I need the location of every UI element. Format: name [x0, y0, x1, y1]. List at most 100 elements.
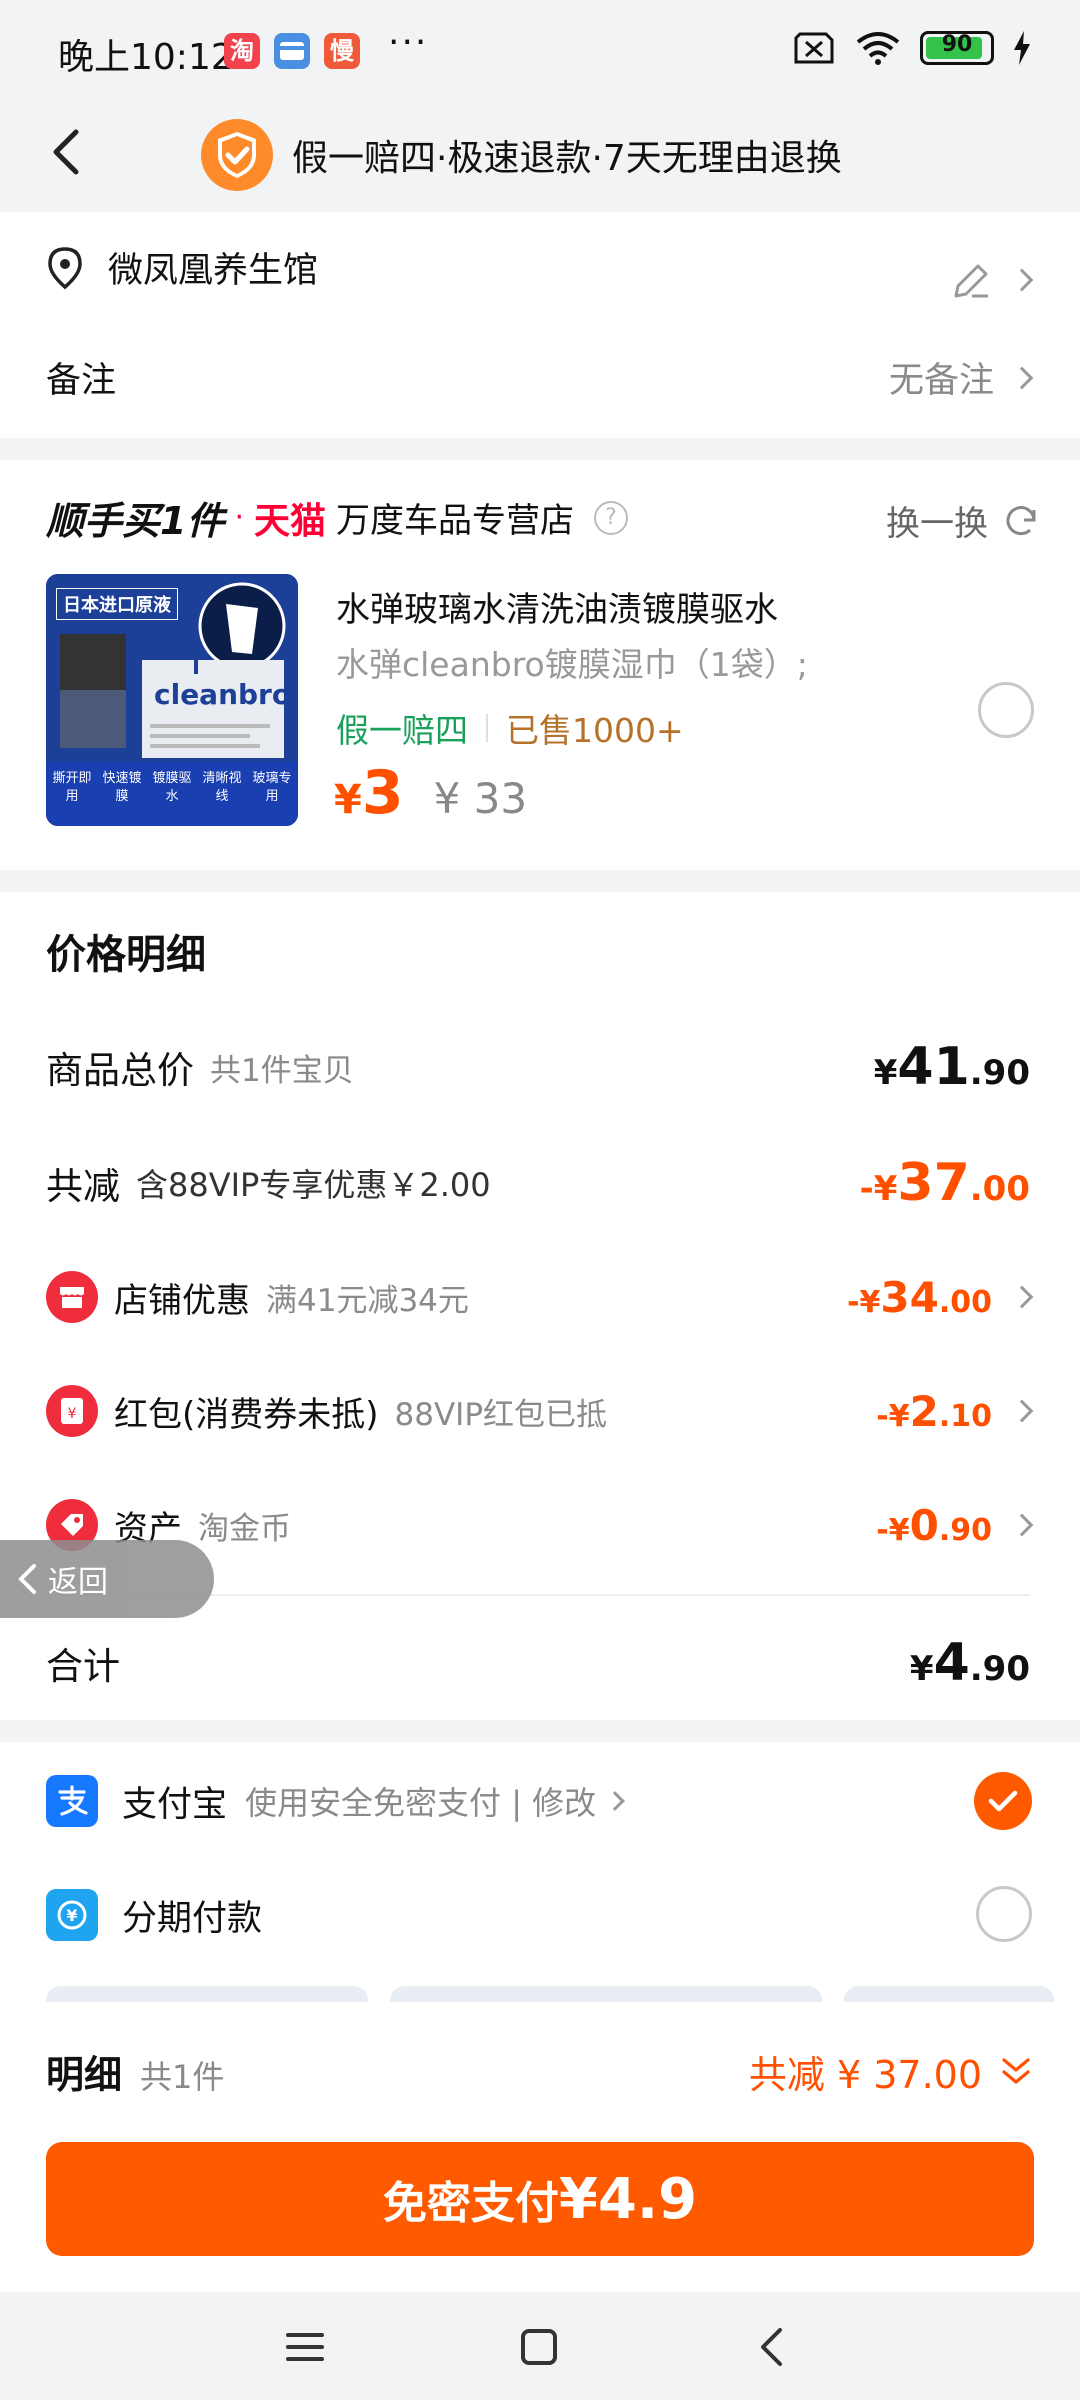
edit-address-button[interactable]: [952, 260, 1034, 300]
amount-decimal: .90: [969, 1053, 1030, 1093]
price-value: 3: [361, 758, 404, 828]
total-reduce-amount: -¥ 37.00: [860, 1153, 1030, 1213]
reduce-summary-toggle[interactable]: 共减 ¥ 37.00: [749, 2044, 1034, 2099]
price-symbol: ¥: [334, 777, 362, 823]
status-time: 晚上10:12: [58, 37, 234, 78]
brand-dot: ·: [234, 500, 244, 535]
feature-text: 撕开即用: [52, 771, 92, 804]
tag-divider: [486, 714, 488, 742]
original-price: ¥ 33: [433, 774, 528, 823]
floating-back-label: 返回: [48, 1565, 108, 1600]
page-header: 假一赔四·极速退款·7天无理由退换: [0, 100, 1080, 212]
pay-button-label: 免密支付: [382, 2178, 559, 2229]
sold-count-tag: 已售1000+: [506, 711, 684, 750]
battery-level: 90: [941, 32, 973, 57]
assets-amount: -¥ 0.90: [876, 1501, 992, 1550]
current-price: ¥3: [334, 758, 404, 828]
amount-decimal: .10: [938, 1398, 992, 1434]
shunshou-brand-logo: 顺手买1件: [46, 499, 225, 543]
currency-symbol: ¥: [873, 1053, 898, 1093]
floating-back-button[interactable]: 返回: [0, 1540, 214, 1618]
feature-text: 镀膜驱水: [152, 771, 192, 804]
guarantee-text: 假一赔四·极速退款·7天无理由退换: [292, 138, 842, 179]
guarantee-banner: 假一赔四·极速退款·7天无理由退换: [200, 118, 842, 192]
shop-discount-row[interactable]: 店铺优惠 满41元减34元 -¥ 34.00: [46, 1262, 1034, 1332]
pay-button[interactable]: 免密支付 ¥4.9: [46, 2142, 1034, 2256]
alipay-label: 支付宝: [122, 1784, 228, 1825]
shield-check-icon: [201, 119, 273, 191]
currency-symbol: -¥: [859, 1169, 898, 1209]
chevron-left-icon: [18, 1564, 36, 1594]
amount-integer: 4: [933, 1633, 970, 1693]
total-price-row: 商品总价 共1件宝贝 ¥41.90: [46, 1032, 1030, 1102]
feature-text: 玻璃专用: [252, 771, 292, 804]
tmall-logo: 天猫: [254, 500, 327, 542]
alipay-option[interactable]: 支付宝 使用安全免密支付 | 修改: [46, 1766, 1030, 1836]
total-reduce-row: 共减 含88VIP专享优惠￥2.00 -¥ 37.00: [46, 1148, 1030, 1218]
shop-line: 顺手买1件 · 天猫 万度车品专营店 ?: [46, 490, 629, 545]
installment-icon: ¥: [46, 1889, 98, 1941]
alipay-checked-radio[interactable]: [974, 1772, 1032, 1830]
chevron-right-icon: [1010, 366, 1034, 389]
alipay-note[interactable]: 使用安全免密支付 | 修改: [245, 1778, 596, 1824]
amount-decimal: .00: [969, 1169, 1030, 1209]
more-notifications-icon: ···: [388, 22, 429, 63]
product-select-radio[interactable]: [978, 682, 1034, 738]
price-detail-title: 价格明细: [46, 932, 206, 978]
vip-discount-note: 含88VIP专享优惠￥2.00: [136, 1166, 491, 1204]
chevron-right-icon: [605, 1791, 626, 1811]
amount-integer: 2: [909, 1386, 939, 1436]
sum-label: 合计: [46, 1645, 120, 1688]
total-price-label: 商品总价: [46, 1049, 194, 1092]
detail-summary: 明细 共1件: [46, 2044, 224, 2099]
location-pin-icon: [48, 246, 82, 289]
product-image-brand: cleanbro: [154, 678, 292, 711]
shop-name[interactable]: 万度车品专营店: [336, 493, 574, 542]
product-image-features: 撕开即用 快速镀膜 镀膜驱水 清晰视线 玻璃专用: [50, 770, 294, 806]
red-packet-row[interactable]: ¥ 红包(消费券未抵) 88VIP红包已抵 -¥ 2.10: [46, 1376, 1034, 1446]
guarantee-tag: 假一赔四: [336, 711, 468, 750]
shop-icon: [46, 1271, 98, 1323]
assets-note: 淘金币: [198, 1510, 291, 1547]
currency-symbol: -¥: [876, 1512, 910, 1548]
product-sku[interactable]: 水弹cleanbro镀膜湿巾（1袋）;: [336, 638, 808, 686]
shop-discount-rule: 满41元减34元: [266, 1282, 469, 1319]
amount-integer: 34: [880, 1272, 939, 1322]
product-title[interactable]: 水弹玻璃水清洗油渍镀膜驱水: [336, 582, 778, 631]
total-price-amount: ¥41.90: [874, 1037, 1030, 1097]
edit-pencil-icon: [954, 264, 988, 298]
address-row[interactable]: 微凤凰养生馆: [46, 242, 318, 293]
chevron-right-icon: [1010, 1285, 1034, 1309]
red-packet-amount: -¥ 2.10: [876, 1387, 992, 1436]
alipay-icon: [46, 1775, 98, 1827]
menu-icon[interactable]: [280, 2322, 330, 2372]
svg-text:¥: ¥: [66, 1906, 77, 1925]
red-packet-note: 88VIP红包已抵: [394, 1396, 608, 1433]
product-price: ¥3 ¥ 33: [334, 758, 527, 828]
charging-icon: [1014, 31, 1030, 65]
amount-integer: 0: [909, 1500, 939, 1550]
total-reduce-label: 共减: [46, 1165, 120, 1208]
back-arrow-icon[interactable]: [38, 122, 98, 182]
sim-off-icon: [794, 32, 834, 64]
currency-symbol: -¥: [847, 1284, 881, 1320]
home-icon[interactable]: [514, 2322, 564, 2372]
installment-option[interactable]: ¥ 分期付款: [46, 1880, 1030, 1950]
help-icon[interactable]: ?: [594, 500, 629, 535]
red-packet-label: 红包(消费券未抵): [114, 1394, 379, 1435]
installment-radio[interactable]: [976, 1886, 1032, 1942]
checkout-bar: 明细 共1件 共减 ¥ 37.00 免密支付 ¥4.9: [0, 2002, 1080, 2292]
man-icon: 慢: [324, 33, 360, 69]
chevron-right-icon: [1010, 268, 1034, 292]
swap-label: 换一换: [886, 504, 988, 544]
note-selector[interactable]: 无备注: [889, 352, 1034, 403]
product-image[interactable]: 日本进口原液 cleanbro 撕开即用 快速镀膜 镀膜驱水 清晰视线 玻璃专用: [46, 574, 298, 826]
chevron-right-icon: [1010, 1513, 1034, 1537]
pay-button-amount: ¥4.9: [558, 2166, 698, 2232]
reduce-summary-text: 共减 ¥ 37.00: [748, 2053, 982, 2097]
battery-icon: 90: [920, 31, 994, 65]
swap-button[interactable]: 换一换: [886, 496, 1040, 545]
system-back-icon[interactable]: [748, 2322, 798, 2372]
svg-text:¥: ¥: [68, 1406, 77, 1422]
product-card: 顺手买1件 · 天猫 万度车品专营店 ? 换一换 日本进口原液 cleanbro…: [0, 460, 1080, 870]
